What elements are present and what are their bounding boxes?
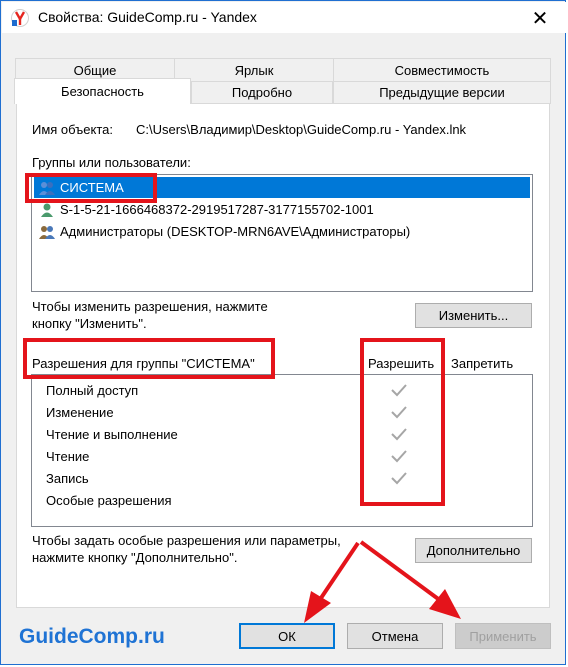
advanced-button-label: Дополнительно	[426, 543, 521, 558]
tab-previous-versions[interactable]: Предыдущие версии	[333, 81, 551, 104]
permission-row: Полный доступ	[46, 379, 138, 401]
admins-group-icon	[39, 225, 55, 239]
window-title: Свойства: GuideComp.ru - Yandex	[38, 9, 257, 25]
tab-label: Общие	[73, 62, 117, 78]
apply-button[interactable]: Применить	[455, 623, 551, 649]
ok-button[interactable]: ОК	[239, 623, 335, 649]
advanced-button[interactable]: Дополнительно	[415, 538, 532, 563]
advanced-hint-line2: нажмите кнопку "Дополнительно".	[32, 550, 238, 565]
permission-name: Изменение	[46, 404, 114, 420]
title-bar[interactable]: Свойства: GuideComp.ru - Yandex ✕	[2, 2, 566, 33]
tab-compatibility[interactable]: Совместимость	[333, 58, 551, 82]
advanced-hint-line1: Чтобы задать особые разрешения или парам…	[32, 533, 341, 548]
change-button-label: Изменить...	[438, 308, 509, 323]
change-button[interactable]: Изменить...	[415, 303, 532, 328]
tab-label: Совместимость	[394, 62, 490, 78]
highlight-box-allow-column	[360, 338, 445, 506]
highlight-box-permissions-label	[23, 338, 275, 379]
permission-name: Чтение	[46, 448, 90, 464]
tab-label: Подробно	[231, 85, 293, 100]
deny-header: Запретить	[451, 356, 514, 371]
yandex-browser-icon	[11, 9, 29, 27]
close-button[interactable]: ✕	[520, 4, 560, 32]
tab-security[interactable]: Безопасность	[14, 78, 191, 104]
cancel-button[interactable]: Отмена	[347, 623, 443, 649]
permission-name: Запись	[46, 470, 89, 486]
cancel-button-label: Отмена	[371, 628, 419, 644]
close-icon: ✕	[531, 7, 549, 30]
tab-details[interactable]: Подробно	[191, 81, 333, 104]
apply-button-label: Применить	[469, 628, 537, 644]
tab-label: Предыдущие версии	[379, 85, 505, 100]
list-item-label: Администраторы (DESKTOP-MRN6AVE\Админист…	[60, 224, 411, 239]
change-hint-line2: кнопку "Изменить".	[32, 316, 147, 331]
ok-button-label: ОК	[278, 628, 296, 644]
properties-dialog: Свойства: GuideComp.ru - Yandex ✕ Общие …	[0, 0, 566, 665]
list-item-administrators[interactable]: Администраторы (DESKTOP-MRN6AVE\Админист…	[34, 221, 410, 242]
permission-name: Полный доступ	[46, 382, 139, 398]
permission-row: Запись	[46, 467, 89, 489]
tab-label: Ярлык	[234, 62, 274, 78]
permission-name: Особые разрешения	[46, 492, 172, 508]
permission-row: Чтение	[46, 445, 89, 467]
permissions-list[interactable]: Полный доступ Изменение Чтение и выполне…	[31, 374, 533, 527]
object-name-label: Имя объекта:	[32, 122, 114, 137]
permission-name: Чтение и выполнение	[46, 426, 178, 442]
highlight-box-system	[25, 173, 157, 203]
user-single-icon	[41, 203, 53, 217]
tab-shortcut[interactable]: Ярлык	[174, 58, 334, 82]
permission-row: Чтение и выполнение	[46, 423, 178, 445]
permission-row: Особые разрешения	[46, 489, 172, 511]
groups-label: Группы или пользователи:	[32, 155, 191, 170]
object-name-value: C:\Users\Владимир\Desktop\GuideComp.ru -…	[136, 122, 467, 137]
tab-label: Безопасность	[61, 84, 144, 99]
list-item-label: S-1-5-21-1666468372-2919517287-317715570…	[60, 202, 374, 217]
change-hint-line1: Чтобы изменить разрешения, нажмите	[32, 299, 268, 314]
watermark-logo: GuideComp.ru	[19, 625, 165, 648]
permission-row: Изменение	[46, 401, 114, 423]
